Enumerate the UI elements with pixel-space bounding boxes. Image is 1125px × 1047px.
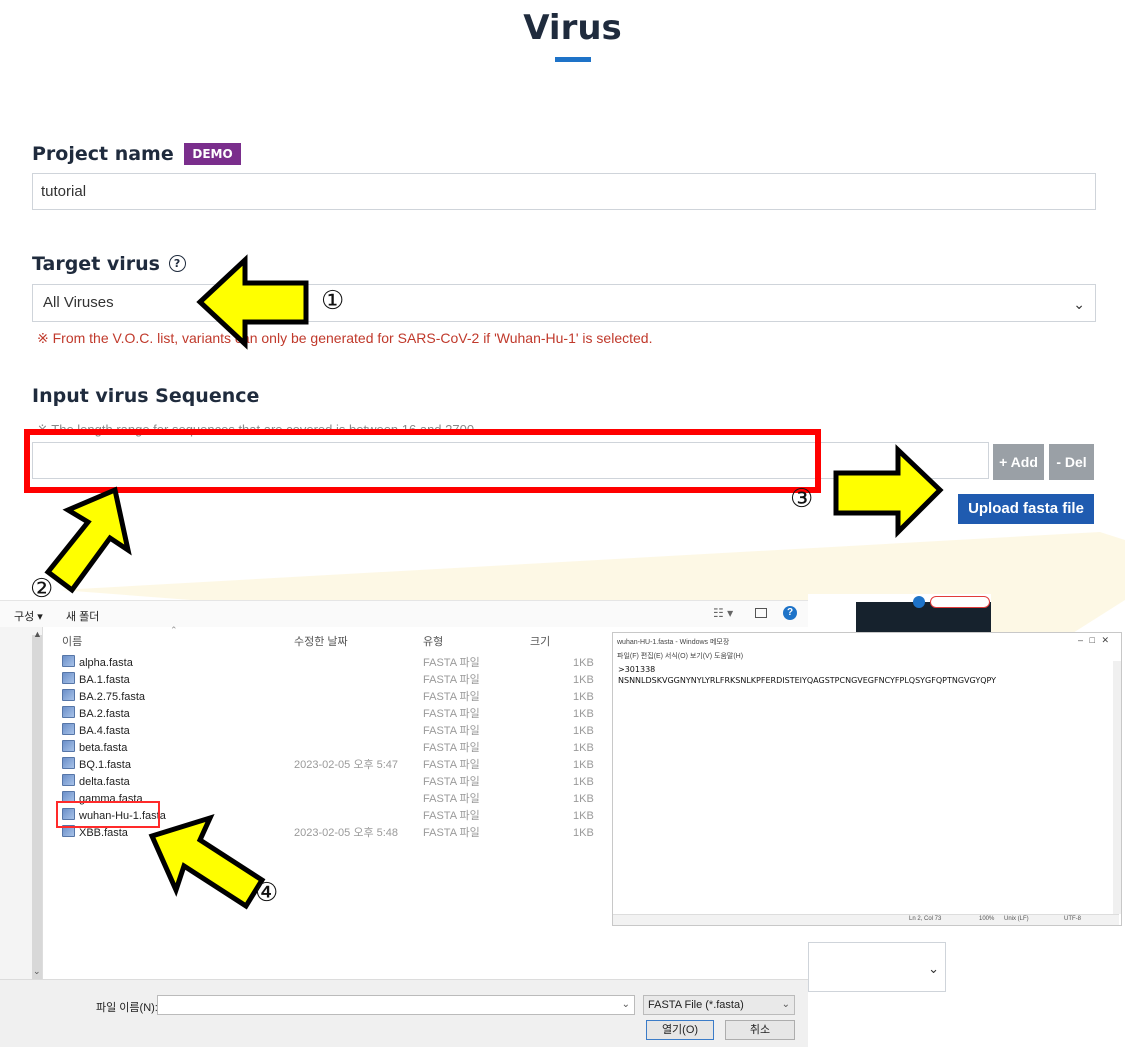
step2-number: ②: [30, 574, 54, 604]
arrow-step1-icon: [196, 254, 309, 350]
arrow-step4-icon: [148, 813, 266, 910]
annotation-arrows: [44, 254, 944, 910]
step1-number: ①: [321, 286, 345, 316]
arrow-step3-icon: [833, 444, 944, 539]
step3-number: ③: [790, 484, 814, 514]
step4-number: ④: [255, 878, 279, 908]
arrow-step2-icon: [44, 486, 132, 594]
